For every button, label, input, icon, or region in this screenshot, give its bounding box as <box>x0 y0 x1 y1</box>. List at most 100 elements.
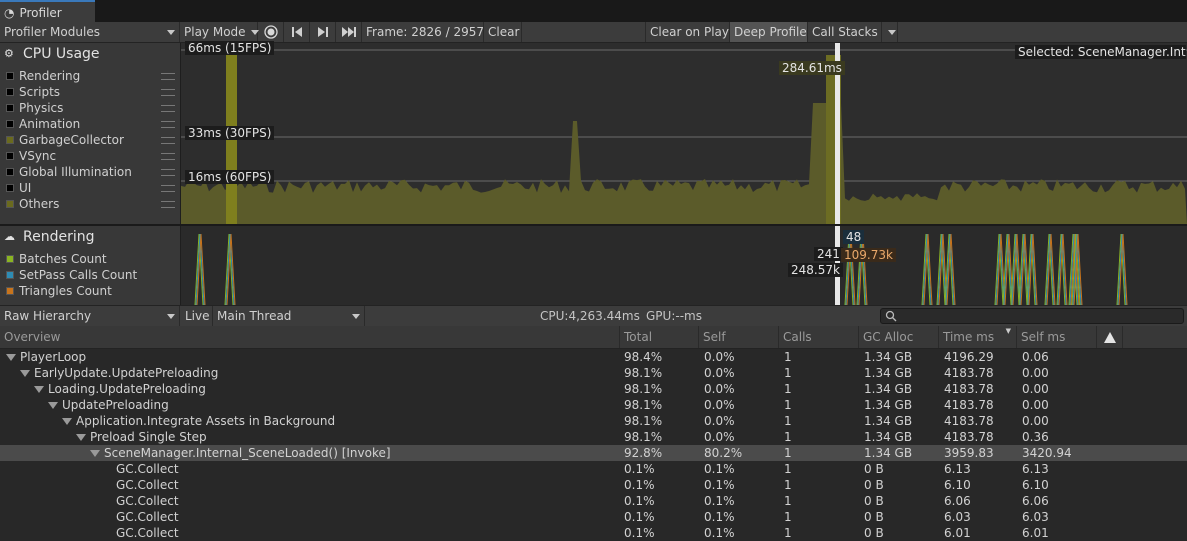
reorder-handle[interactable] <box>161 137 175 144</box>
row-self-ms: 0.00 <box>1022 397 1049 413</box>
live-toggle[interactable]: Live <box>181 306 213 326</box>
fast-forward-icon <box>341 27 356 37</box>
row-self-text: 0.0% <box>704 430 735 444</box>
previous-frame-button[interactable] <box>284 22 310 42</box>
row-total: 0.1% <box>624 509 655 525</box>
record-button[interactable] <box>258 22 284 42</box>
cpu-usage-chart[interactable]: 66ms (15FPS) 33ms (30FPS) 16ms (60FPS) 2… <box>181 41 1187 224</box>
row-time-ms-text: 4196.29 <box>944 350 994 364</box>
row-name-text: PlayerLoop <box>20 350 87 364</box>
rendering-title: Rendering <box>23 229 95 245</box>
table-row[interactable]: Application.Integrate Assets in Backgrou… <box>0 413 1187 429</box>
legend-label: Batches Count <box>19 252 107 266</box>
row-self-ms: 6.03 <box>1022 509 1049 525</box>
reorder-handle[interactable] <box>161 121 175 128</box>
cpu-legend-item[interactable]: Animation <box>6 116 80 132</box>
row-self: 0.1% <box>704 493 735 509</box>
column-time-ms[interactable]: Time ms ▼ <box>939 326 1017 348</box>
expand-arrow-icon[interactable] <box>90 450 100 457</box>
expand-arrow-icon[interactable] <box>6 354 16 361</box>
table-row[interactable]: Preload Single Step 98.1% 0.0% 1 1.34 GB 4183… <box>0 429 1187 445</box>
expand-arrow-icon[interactable] <box>48 402 58 409</box>
reorder-handle[interactable] <box>161 89 175 96</box>
cpu-legend-item[interactable]: VSync <box>6 148 56 164</box>
table-row[interactable]: SceneManager.Internal_SceneLoaded() [Inv… <box>0 445 1187 461</box>
table-row[interactable]: GC.Collect 0.1% 0.1% 1 0 B 6.03 6.03 <box>0 509 1187 525</box>
play-mode-dropdown[interactable]: Play Mode <box>180 22 258 42</box>
current-frame-button[interactable] <box>336 22 362 42</box>
reorder-handle[interactable] <box>161 201 175 208</box>
reorder-handle[interactable] <box>161 73 175 80</box>
thread-dropdown[interactable]: Main Thread <box>213 306 365 326</box>
row-total-text: 98.1% <box>624 382 663 396</box>
column-overview[interactable]: Overview <box>0 326 620 348</box>
cpu-legend-item[interactable]: GarbageCollector <box>6 132 124 148</box>
call-stacks-toggle[interactable]: Call Stacks <box>808 22 882 42</box>
row-self-ms: 0.36 <box>1022 429 1049 445</box>
row-self-ms: 0.06 <box>1022 349 1049 365</box>
reorder-handle[interactable] <box>161 105 175 112</box>
profiler-tab[interactable]: ◔ Profiler <box>0 0 95 23</box>
table-row[interactable]: GC.Collect 0.1% 0.1% 1 0 B 6.10 6.10 <box>0 477 1187 493</box>
row-self: 0.1% <box>704 525 735 541</box>
rendering-module-title[interactable]: ☁ Rendering <box>4 229 95 245</box>
expand-arrow-icon[interactable] <box>62 418 72 425</box>
table-row[interactable]: UpdatePreloading 98.1% 0.0% 1 1.34 GB 4183.78… <box>0 397 1187 413</box>
table-row[interactable]: EarlyUpdate.UpdatePreloading 98.1% 0.0% 1 1.… <box>0 365 1187 381</box>
cpu-usage-module-title[interactable]: ⚙ CPU Usage <box>4 46 100 62</box>
table-row[interactable]: Loading.UpdatePreloading 98.1% 0.0% 1 1.34 G… <box>0 381 1187 397</box>
row-self-ms-text: 6.13 <box>1022 462 1049 476</box>
profiler-modules-dropdown[interactable]: Profiler Modules <box>0 22 180 42</box>
column-self-ms[interactable]: Self ms <box>1017 326 1097 348</box>
legend-label: SetPass Calls Count <box>19 268 138 282</box>
search-input[interactable] <box>880 308 1184 324</box>
cpu-legend-item[interactable]: Global Illumination <box>6 164 132 180</box>
legend-label: VSync <box>19 149 57 163</box>
expand-arrow-icon[interactable] <box>34 386 44 393</box>
clear-label: Clear <box>488 25 520 39</box>
row-name: EarlyUpdate.UpdatePreloading <box>20 365 218 381</box>
clear-button[interactable]: Clear <box>484 22 522 42</box>
clear-on-play-toggle[interactable]: Clear on Play <box>645 22 730 42</box>
reorder-handle[interactable] <box>161 153 175 160</box>
row-calls-text: 1 <box>784 350 792 364</box>
table-row[interactable]: GC.Collect 0.1% 0.1% 1 0 B 6.06 6.06 <box>0 493 1187 509</box>
row-total-text: 0.1% <box>624 462 655 476</box>
expand-arrow-icon[interactable] <box>20 370 30 377</box>
cpu-icon: ⚙ <box>4 47 14 60</box>
row-time-ms: 6.06 <box>944 493 971 509</box>
table-row[interactable]: PlayerLoop 98.4% 0.0% 1 1.34 GB 4196.29 0.06 <box>0 349 1187 365</box>
cpu-legend-item[interactable]: Physics <box>6 100 63 116</box>
cpu-legend-item[interactable]: Others <box>6 196 59 212</box>
deep-profile-toggle[interactable]: Deep Profile <box>730 22 808 42</box>
reorder-handle[interactable] <box>161 169 175 176</box>
expand-arrow-icon[interactable] <box>76 434 86 441</box>
table-row[interactable]: GC.Collect 0.1% 0.1% 1 0 B 6.01 6.01 <box>0 525 1187 541</box>
reorder-handle[interactable] <box>161 185 175 192</box>
row-self: 80.2% <box>704 445 742 461</box>
column-calls[interactable]: Calls <box>779 326 859 348</box>
column-gc-alloc[interactable]: GC Alloc <box>859 326 939 348</box>
rendering-graph <box>194 226 1128 305</box>
view-mode-dropdown[interactable]: Raw Hierarchy <box>0 306 180 326</box>
call-stacks-dropdown[interactable] <box>882 22 898 42</box>
cpu-legend-item[interactable]: Scripts <box>6 84 60 100</box>
rendering-legend-item[interactable]: Batches Count <box>6 251 107 267</box>
column-self[interactable]: Self <box>699 326 779 348</box>
row-name-text: GC.Collect <box>116 510 179 524</box>
rendering-legend-item[interactable]: Triangles Count <box>6 283 112 299</box>
legend-color-swatch <box>6 287 14 295</box>
rendering-legend-item[interactable]: SetPass Calls Count <box>6 267 137 283</box>
column-total[interactable]: Total <box>620 326 699 348</box>
profiler-tab-label: Profiler <box>19 5 62 20</box>
warning-column[interactable] <box>1097 326 1123 348</box>
legend-color-swatch <box>6 255 14 263</box>
cpu-legend-item[interactable]: UI <box>6 180 31 196</box>
cpu-legend-item[interactable]: Rendering <box>6 68 80 84</box>
next-frame-button[interactable] <box>310 22 336 42</box>
row-calls-text: 1 <box>784 494 792 508</box>
rendering-chart[interactable]: 48 241 109.73k 248.57k <box>181 226 1187 305</box>
table-row[interactable]: GC.Collect 0.1% 0.1% 1 0 B 6.13 6.13 <box>0 461 1187 477</box>
row-total: 98.1% <box>624 413 662 429</box>
row-gc-alloc-text: 0 B <box>864 494 884 508</box>
